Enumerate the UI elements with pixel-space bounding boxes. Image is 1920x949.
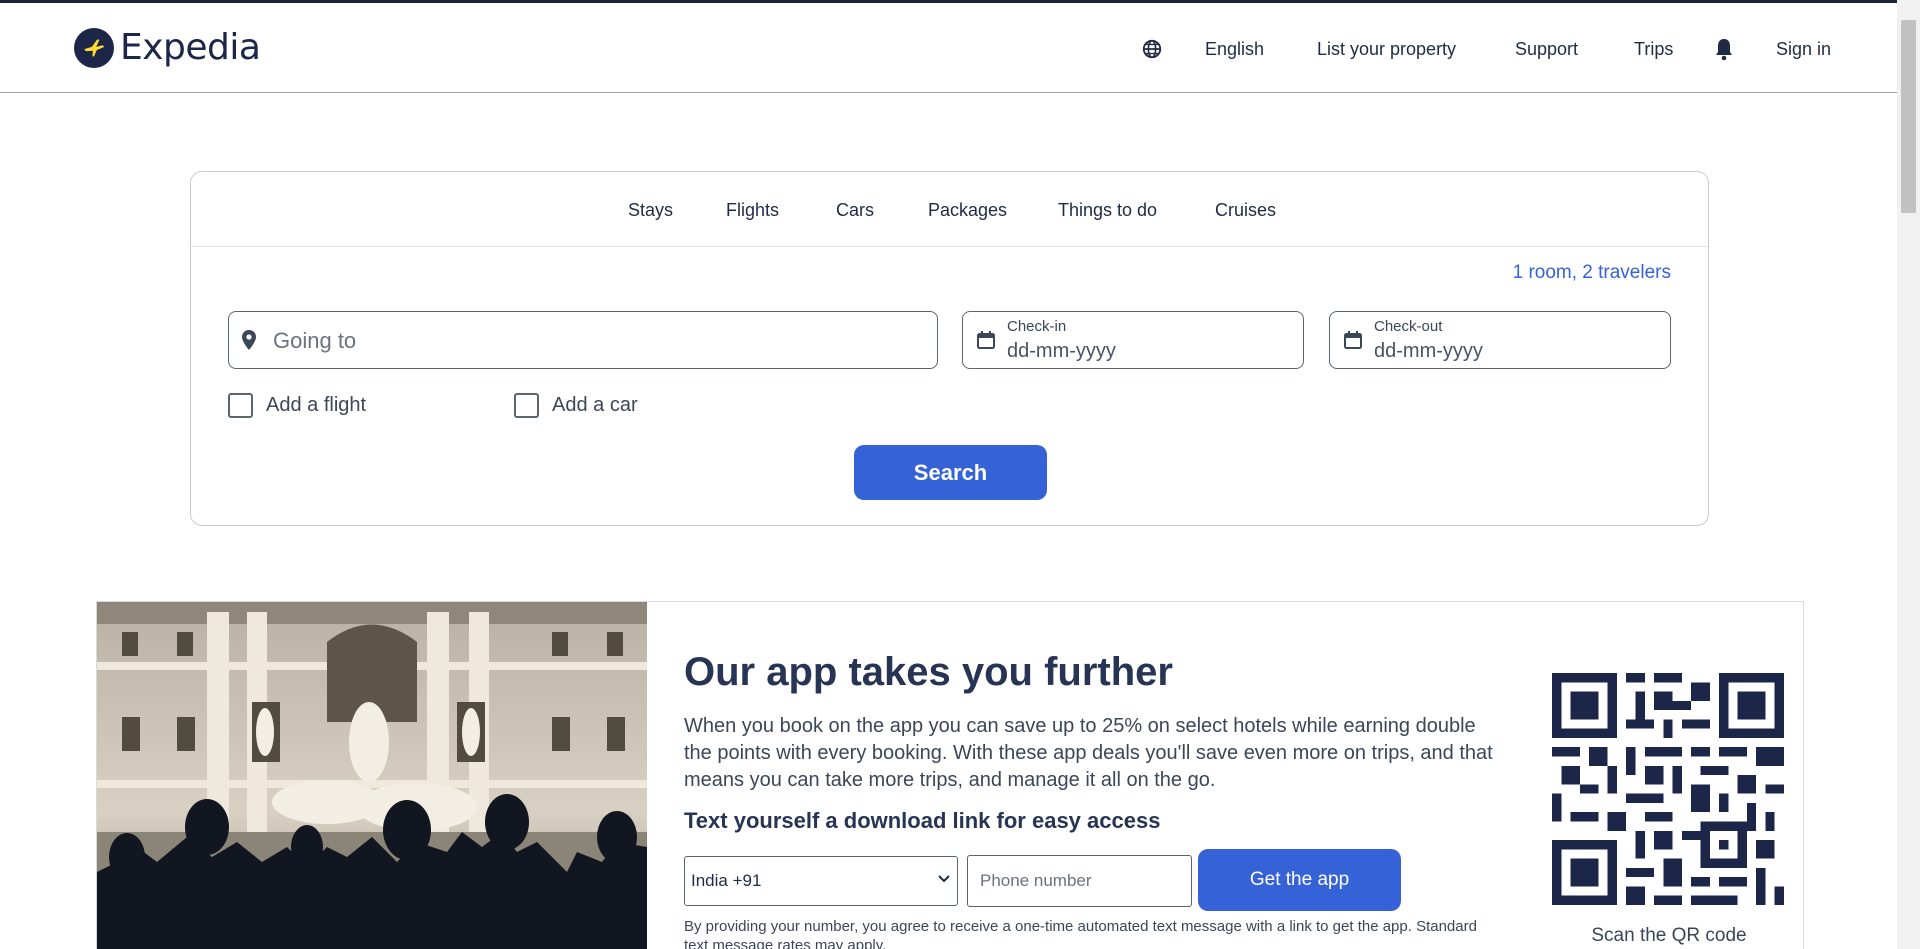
promo-subtitle: Text yourself a download link for easy a… [684, 808, 1161, 833]
destination-input[interactable]: Going to [228, 311, 938, 369]
bell-icon[interactable] [1713, 37, 1735, 66]
checkout-value: dd-mm-yyyy [1374, 340, 1483, 362]
sign-in-link[interactable]: Sign in [1776, 39, 1831, 60]
add-car-checkbox[interactable]: Add a car [514, 393, 638, 418]
get-the-app-button[interactable]: Get the app [1198, 849, 1401, 911]
checkbox-box[interactable] [514, 393, 539, 418]
page-scrollbar[interactable] [1897, 0, 1920, 949]
trips-link[interactable]: Trips [1634, 39, 1673, 60]
language-link[interactable]: English [1205, 39, 1264, 60]
list-property-link[interactable]: List your property [1317, 39, 1456, 60]
add-car-label: Add a car [552, 394, 638, 416]
expedia-logo[interactable]: Expedia [74, 27, 261, 68]
promo-title: Our app takes you further [684, 650, 1173, 694]
checkin-label: Check-in [1007, 318, 1067, 335]
location-pin-icon [241, 329, 257, 356]
search-button[interactable]: Search [854, 445, 1047, 500]
logo-text: Expedia [120, 27, 261, 68]
site-header: Expedia English List your property Suppo… [0, 3, 1897, 93]
travelers-selector[interactable]: 1 room, 2 travelers [1513, 262, 1671, 284]
trevi-fountain-image [97, 602, 647, 949]
chevron-down-icon [937, 871, 951, 891]
checkin-value: dd-mm-yyyy [1007, 340, 1116, 362]
tab-cruises[interactable]: Cruises [1215, 200, 1276, 221]
promo-description: When you book on the app you can save up… [684, 715, 1493, 791]
plane-logo-icon [74, 27, 114, 68]
tab-flights[interactable]: Flights [726, 200, 779, 221]
tab-cars[interactable]: Cars [836, 200, 874, 221]
calendar-icon [1343, 330, 1363, 355]
globe-icon[interactable] [1141, 38, 1163, 65]
scrollbar-thumb[interactable] [1901, 20, 1916, 213]
calendar-icon [976, 330, 996, 355]
tab-packages[interactable]: Packages [928, 200, 1007, 221]
tab-stays[interactable]: Stays [628, 200, 673, 221]
qr-caption: Scan the QR code [1591, 925, 1747, 946]
support-link[interactable]: Support [1515, 39, 1578, 60]
phone-number-input[interactable]: Phone number [967, 855, 1192, 907]
tab-things-to-do[interactable]: Things to do [1058, 200, 1157, 221]
checkout-date-input[interactable]: Check-out dd-mm-yyyy [1329, 311, 1671, 369]
checkout-label: Check-out [1374, 318, 1443, 335]
sms-disclaimer: By providing your number, you agree to r… [684, 918, 1477, 949]
destination-placeholder: Going to [273, 328, 357, 353]
search-panel: Stays Flights Cars Packages Things to do… [190, 171, 1709, 526]
phone-placeholder: Phone number [980, 871, 1092, 890]
add-flight-checkbox[interactable]: Add a flight [228, 393, 366, 418]
country-code-value: India +91 [691, 871, 762, 890]
checkin-date-input[interactable]: Check-in dd-mm-yyyy [962, 311, 1304, 369]
qr-code [1552, 673, 1784, 905]
country-code-select[interactable]: India +91 [684, 856, 958, 906]
app-promo-banner: Our app takes you further When you book … [96, 601, 1804, 949]
checkbox-box[interactable] [228, 393, 253, 418]
search-tabs: Stays Flights Cars Packages Things to do… [191, 172, 1708, 247]
add-flight-label: Add a flight [266, 394, 367, 416]
